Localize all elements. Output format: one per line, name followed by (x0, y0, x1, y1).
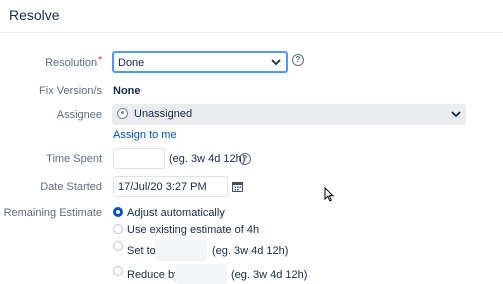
set-to-hint: (eg. 3w 4d 12h) (212, 245, 289, 257)
calendar-icon[interactable] (232, 181, 243, 192)
radio-adjust-automatically[interactable] (113, 207, 123, 217)
time-spent-label: Time Spent (46, 153, 102, 165)
fix-versions-value: None (113, 85, 141, 97)
chevron-down-icon (451, 111, 461, 118)
time-spent-input[interactable] (113, 148, 165, 169)
radio-use-existing[interactable] (113, 224, 123, 234)
time-spent-hint: (eg. 3w 4d 12h) (169, 153, 246, 165)
help-icon[interactable]: ? (292, 54, 304, 66)
assignee-label: Assignee (56, 109, 102, 121)
date-started-input[interactable]: 17/Jul/20 3:27 PM (113, 176, 228, 197)
remaining-estimate-label: Remaining Estimate (3, 207, 102, 219)
radio-label: Set to (127, 245, 156, 257)
radio-label: Reduce by (127, 269, 180, 281)
required-mark: * (98, 55, 102, 66)
assign-to-me-link[interactable]: Assign to me (113, 129, 177, 141)
fix-versions-label: Fix Version/s (39, 85, 102, 97)
set-to-input[interactable] (155, 240, 207, 261)
radio-label: Use existing estimate of 4h (127, 224, 260, 236)
resolve-dialog: Resolve Resolution* Done ? Fix Version/s… (0, 0, 503, 284)
dialog-title: Resolve (9, 7, 60, 23)
resolution-label: Resolution* (45, 55, 102, 69)
date-started-label: Date Started (40, 181, 102, 193)
reduce-by-hint: (eg. 3w 4d 12h) (231, 269, 308, 281)
radio-reduce-by[interactable] (113, 266, 123, 276)
dialog-header: Resolve (0, 0, 503, 33)
resolution-select[interactable]: Done (112, 51, 288, 73)
chevron-down-icon (271, 59, 281, 66)
radio-label: Adjust automatically (127, 207, 225, 219)
radio-set-to[interactable] (113, 241, 123, 251)
assignee-value: Unassigned (134, 108, 193, 120)
reduce-by-input[interactable] (175, 264, 227, 284)
assignee-select[interactable]: Unassigned (112, 104, 466, 125)
mouse-cursor-icon (324, 187, 334, 202)
help-icon[interactable]: ? (239, 153, 251, 165)
resolution-value: Done (118, 57, 145, 69)
unassigned-avatar-icon (117, 108, 128, 119)
